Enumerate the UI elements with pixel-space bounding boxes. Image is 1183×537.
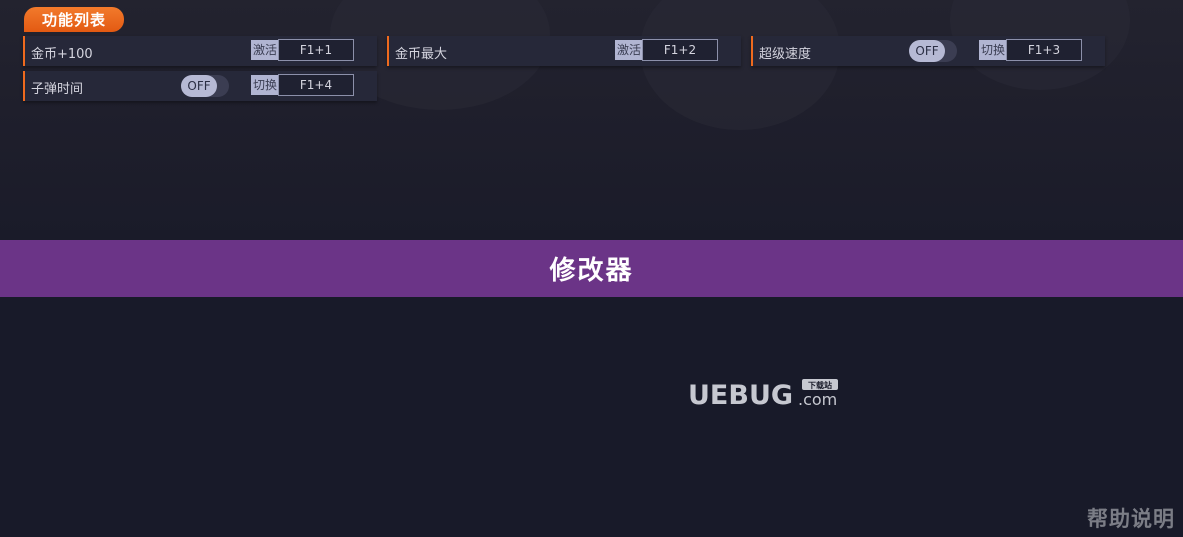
help-label: 帮助说明: [1087, 507, 1175, 531]
hotkey-field[interactable]: F1+3: [1006, 39, 1082, 61]
cheat-row-gold-max: 金币最大 激活 F1+2: [387, 36, 741, 66]
trainer-banner: 修改器: [0, 240, 1183, 297]
cheat-label: 金币+100: [31, 47, 93, 62]
toggle-state: OFF: [181, 75, 217, 97]
logo-badge: 下载站: [808, 380, 832, 390]
cheat-mode: 激活: [615, 40, 644, 60]
cheat-label: 金币最大: [395, 47, 448, 62]
cheat-row-super-speed: 超级速度 OFF 切换 F1+3: [751, 36, 1105, 66]
logo-brand: UEBUG: [688, 380, 793, 410]
function-list-title: 功能列表: [41, 11, 106, 29]
hotkey-field[interactable]: F1+4: [278, 74, 354, 96]
toggle-state: OFF: [909, 40, 945, 62]
cheat-row-bullet-time: 子弹时间 OFF 切换 F1+4: [23, 71, 377, 101]
cheat-label: 子弹时间: [31, 82, 84, 97]
toggle-switch[interactable]: OFF: [181, 75, 229, 97]
hotkey-field[interactable]: F1+1: [278, 39, 354, 61]
cheat-mode: 激活: [251, 40, 280, 60]
function-list-tab[interactable]: 功能列表: [24, 7, 124, 32]
banner-title: 修改器: [549, 256, 634, 286]
cheat-mode: 切换: [979, 40, 1008, 60]
logo-suffix: .com: [798, 390, 837, 409]
cheat-row-gold-100: 金币+100 激活 F1+1: [23, 36, 377, 66]
cheat-label: 超级速度: [759, 47, 812, 62]
help-link[interactable]: 帮助说明: [1087, 503, 1175, 533]
toggle-switch[interactable]: OFF: [909, 40, 957, 62]
cheat-mode: 切换: [251, 75, 280, 95]
uebug-logo: UEBUG .com 下载站: [688, 379, 838, 410]
hotkey-field[interactable]: F1+2: [642, 39, 718, 61]
